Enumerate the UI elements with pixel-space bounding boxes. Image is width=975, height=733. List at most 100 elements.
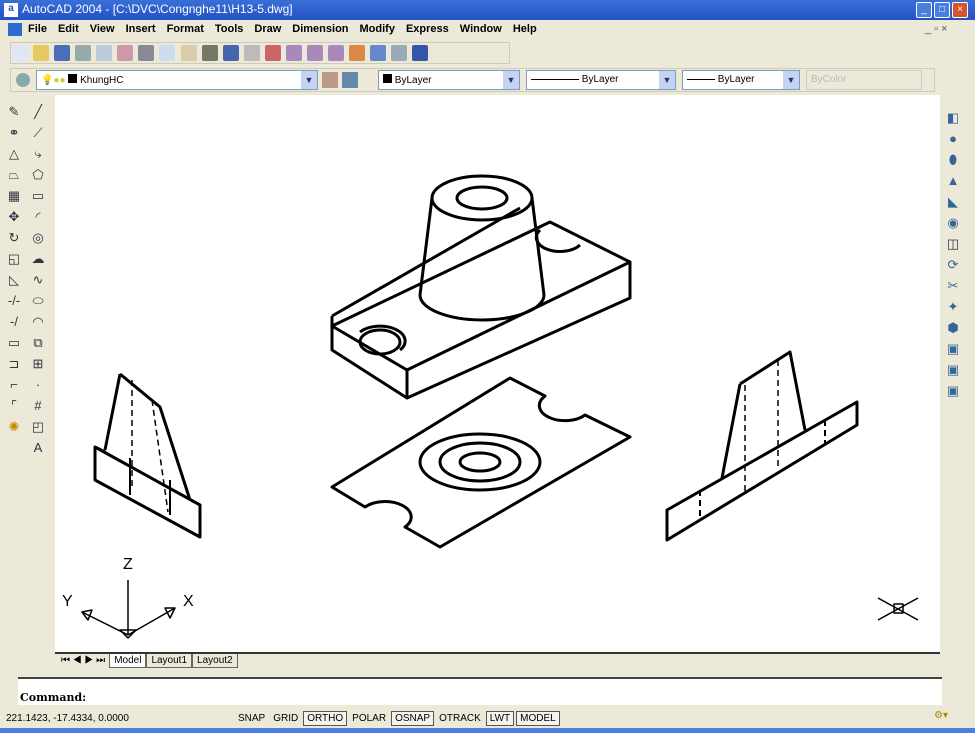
undo-icon[interactable] — [222, 45, 239, 61]
tab-layout1[interactable]: Layout1 — [146, 654, 193, 668]
properties-icon[interactable] — [349, 45, 365, 61]
matchprop-icon[interactable] — [201, 45, 218, 61]
arc-icon[interactable]: ◜ — [28, 207, 48, 227]
chevron-down-icon[interactable]: ▼ — [301, 71, 317, 89]
tray-settings-icon[interactable]: ⚙▾ — [934, 710, 948, 721]
point-icon[interactable]: · — [28, 375, 48, 395]
app-icon[interactable]: a — [4, 3, 18, 17]
chevron-down-icon[interactable]: ▼ — [503, 71, 519, 89]
print-icon[interactable] — [75, 45, 92, 61]
menu-window[interactable]: Window — [460, 23, 502, 40]
tab-layout2[interactable]: Layout2 — [192, 654, 238, 668]
publish-icon[interactable] — [117, 45, 134, 61]
model-toggle[interactable]: MODEL — [516, 710, 560, 726]
mtext-icon[interactable]: A — [28, 438, 48, 458]
designcenter-icon[interactable] — [370, 45, 387, 61]
spline-icon[interactable]: ∿ — [28, 270, 48, 290]
doc-window-controls[interactable]: _ ▫ × — [925, 23, 948, 35]
menu-draw[interactable]: Draw — [254, 23, 281, 40]
hatch-icon[interactable]: # — [28, 396, 48, 416]
layer-previous-icon[interactable] — [342, 72, 358, 88]
extend-icon[interactable]: -/ — [4, 312, 24, 332]
otrack-toggle[interactable]: OTRACK — [436, 712, 484, 725]
tab-model[interactable]: Model — [109, 654, 147, 668]
array-icon[interactable]: ▦ — [4, 186, 24, 206]
break-icon[interactable]: ▭ — [4, 333, 24, 353]
menu-express[interactable]: Express — [406, 23, 449, 40]
copy-object-icon[interactable]: ⚭ — [4, 123, 24, 143]
tab-nav-arrows[interactable]: ⏮ ◀ ▶ ⏭ — [57, 654, 110, 668]
menu-modify[interactable]: Modify — [360, 23, 395, 40]
osnap-toggle[interactable]: OSNAP — [391, 710, 435, 726]
zoom-realtime-icon[interactable] — [285, 45, 302, 61]
toolpalette-icon[interactable] — [391, 45, 408, 61]
menu-tools[interactable]: Tools — [215, 23, 244, 40]
explode-icon[interactable]: ✺ — [4, 417, 24, 437]
make-current-icon[interactable] — [322, 72, 338, 88]
ortho-toggle[interactable]: ORTHO — [303, 710, 348, 726]
cylinder-icon[interactable]: ⬮ — [943, 150, 963, 170]
chamfer-icon[interactable]: ⌐ — [4, 375, 24, 395]
mirror-icon[interactable]: △ — [4, 144, 24, 164]
scale-icon[interactable]: ◱ — [4, 249, 24, 269]
slice-icon[interactable]: ✂ — [943, 276, 963, 296]
rectangle-icon[interactable]: ▭ — [28, 186, 48, 206]
linetype-dropdown[interactable]: ByLayer ▼ — [526, 70, 676, 90]
interfere-icon[interactable]: ⬢ — [943, 318, 963, 338]
redo-icon[interactable] — [243, 45, 260, 61]
lineweight-dropdown[interactable]: ByLayer ▼ — [682, 70, 800, 90]
circle-icon[interactable]: ◎ — [28, 228, 48, 248]
polygon-icon[interactable]: ⬠ — [28, 165, 48, 185]
cone-icon[interactable]: ▲ — [943, 171, 963, 191]
make-block-icon[interactable]: ⊞ — [28, 354, 48, 374]
snap-toggle[interactable]: SNAP — [235, 712, 268, 725]
rotate-icon[interactable]: ↻ — [4, 228, 24, 248]
menu-edit[interactable]: Edit — [58, 23, 79, 40]
layer-manager-icon[interactable] — [16, 73, 30, 87]
erase-icon[interactable]: ✎ — [4, 102, 24, 122]
revcloud-icon[interactable]: ☁ — [28, 249, 48, 269]
menu-view[interactable]: View — [90, 23, 115, 40]
pan-icon[interactable] — [264, 45, 281, 61]
box-icon[interactable]: ◧ — [943, 108, 963, 128]
copy-icon[interactable] — [159, 45, 176, 61]
trim-icon[interactable]: -/- — [4, 291, 24, 311]
cut-icon[interactable] — [138, 45, 155, 61]
help-icon[interactable] — [412, 45, 429, 61]
menu-help[interactable]: Help — [513, 23, 537, 40]
zoom-previous-icon[interactable] — [327, 45, 344, 61]
setup-drawing-icon[interactable]: ▣ — [943, 339, 963, 359]
lwt-toggle[interactable]: LWT — [485, 710, 515, 726]
setup-profile-icon[interactable]: ▣ — [943, 381, 963, 401]
join-icon[interactable]: ⊐ — [4, 354, 24, 374]
section-icon[interactable]: ✦ — [943, 297, 963, 317]
ellipse-icon[interactable]: ⬭ — [28, 291, 48, 311]
command-line[interactable]: Command: — [18, 677, 942, 705]
sphere-icon[interactable]: ● — [943, 129, 963, 149]
fillet-icon[interactable]: ⌜ — [4, 396, 24, 416]
preview-icon[interactable] — [96, 45, 113, 61]
construction-line-icon[interactable]: ⟋ — [28, 123, 48, 143]
open-icon[interactable] — [33, 45, 50, 61]
region-icon[interactable]: ◰ — [28, 417, 48, 437]
zoom-window-icon[interactable] — [306, 45, 323, 61]
revolve-icon[interactable]: ⟳ — [943, 255, 963, 275]
line-icon[interactable]: ╱ — [28, 102, 48, 122]
menu-format[interactable]: Format — [167, 23, 204, 40]
save-icon[interactable] — [54, 45, 71, 61]
insert-block-icon[interactable]: ⧉ — [28, 333, 48, 353]
ellipse-arc-icon[interactable]: ◠ — [28, 312, 48, 332]
polyline-icon[interactable]: ⤷ — [28, 144, 48, 164]
setup-view-icon[interactable]: ▣ — [943, 360, 963, 380]
move-icon[interactable]: ✥ — [4, 207, 24, 227]
layer-dropdown[interactable]: 💡●● KhungHC ▼ — [36, 70, 318, 90]
maximize-button[interactable]: □ — [934, 2, 950, 18]
chevron-down-icon[interactable]: ▼ — [659, 71, 675, 89]
wedge-icon[interactable]: ◣ — [943, 192, 963, 212]
new-icon[interactable] — [12, 45, 28, 61]
grid-toggle[interactable]: GRID — [270, 712, 301, 725]
extrude-icon[interactable]: ◫ — [943, 234, 963, 254]
stretch-icon[interactable]: ◺ — [4, 270, 24, 290]
paste-icon[interactable] — [180, 45, 197, 61]
chevron-down-icon[interactable]: ▼ — [783, 71, 799, 89]
